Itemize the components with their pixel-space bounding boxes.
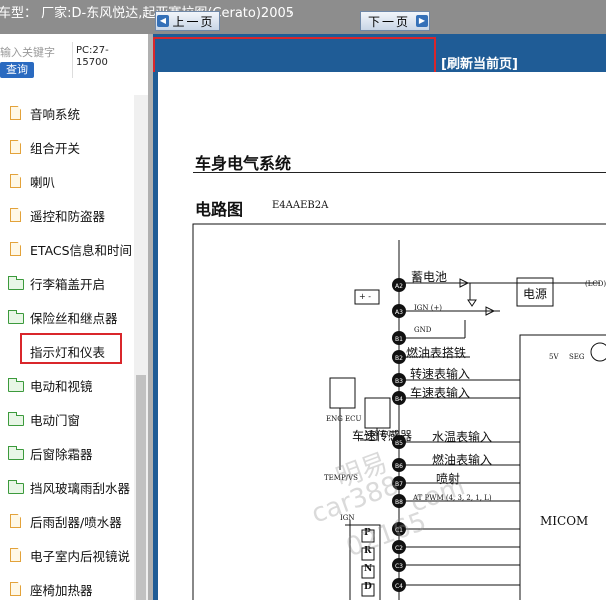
label-battery: 蓄电池 bbox=[411, 270, 448, 284]
pin-label: B4 bbox=[395, 396, 403, 403]
label-tach-input: 转速表输入 bbox=[410, 367, 471, 381]
pin-label: B1 bbox=[395, 336, 403, 343]
label-temp-input: 水温表输入 bbox=[432, 430, 493, 444]
label-fuel-sender: 燃油表搭铁 bbox=[406, 346, 467, 360]
pin-label: C4 bbox=[395, 583, 403, 590]
label-ign: IGN (+) bbox=[414, 304, 443, 312]
wiring-diagram: A2 A3 B1 B2 B3 B4 B5 B6 B7 B8 C1 C2 C3 C… bbox=[192, 223, 606, 600]
label-5v: 5V bbox=[549, 353, 559, 361]
label-speedo-input: 车速表输入 bbox=[410, 386, 471, 400]
label-lcd: (LCD) bbox=[585, 280, 606, 288]
pin-label: B3 bbox=[395, 378, 403, 385]
battery-symbol: + - bbox=[359, 292, 371, 301]
label-eng-ecu: ENG ECU bbox=[326, 415, 362, 423]
pin-label: B2 bbox=[395, 355, 403, 362]
label-seg: SEG bbox=[569, 353, 585, 361]
micom-box bbox=[519, 334, 606, 600]
gear-d: D bbox=[364, 582, 372, 592]
label-micom: MICOM bbox=[540, 514, 589, 528]
label-fuel-input: 燃油表输入 bbox=[432, 453, 493, 467]
pin-label: A3 bbox=[395, 309, 403, 316]
label-vehicle-speed-sensor: 车速传感器 bbox=[352, 429, 413, 443]
pin-label: A2 bbox=[395, 283, 403, 290]
label-gnd: GND bbox=[414, 326, 432, 334]
pin-label: B6 bbox=[395, 463, 403, 470]
pin-label: C3 bbox=[395, 563, 403, 570]
label-power: 电源 bbox=[523, 287, 548, 301]
gear-n: N bbox=[364, 564, 373, 574]
